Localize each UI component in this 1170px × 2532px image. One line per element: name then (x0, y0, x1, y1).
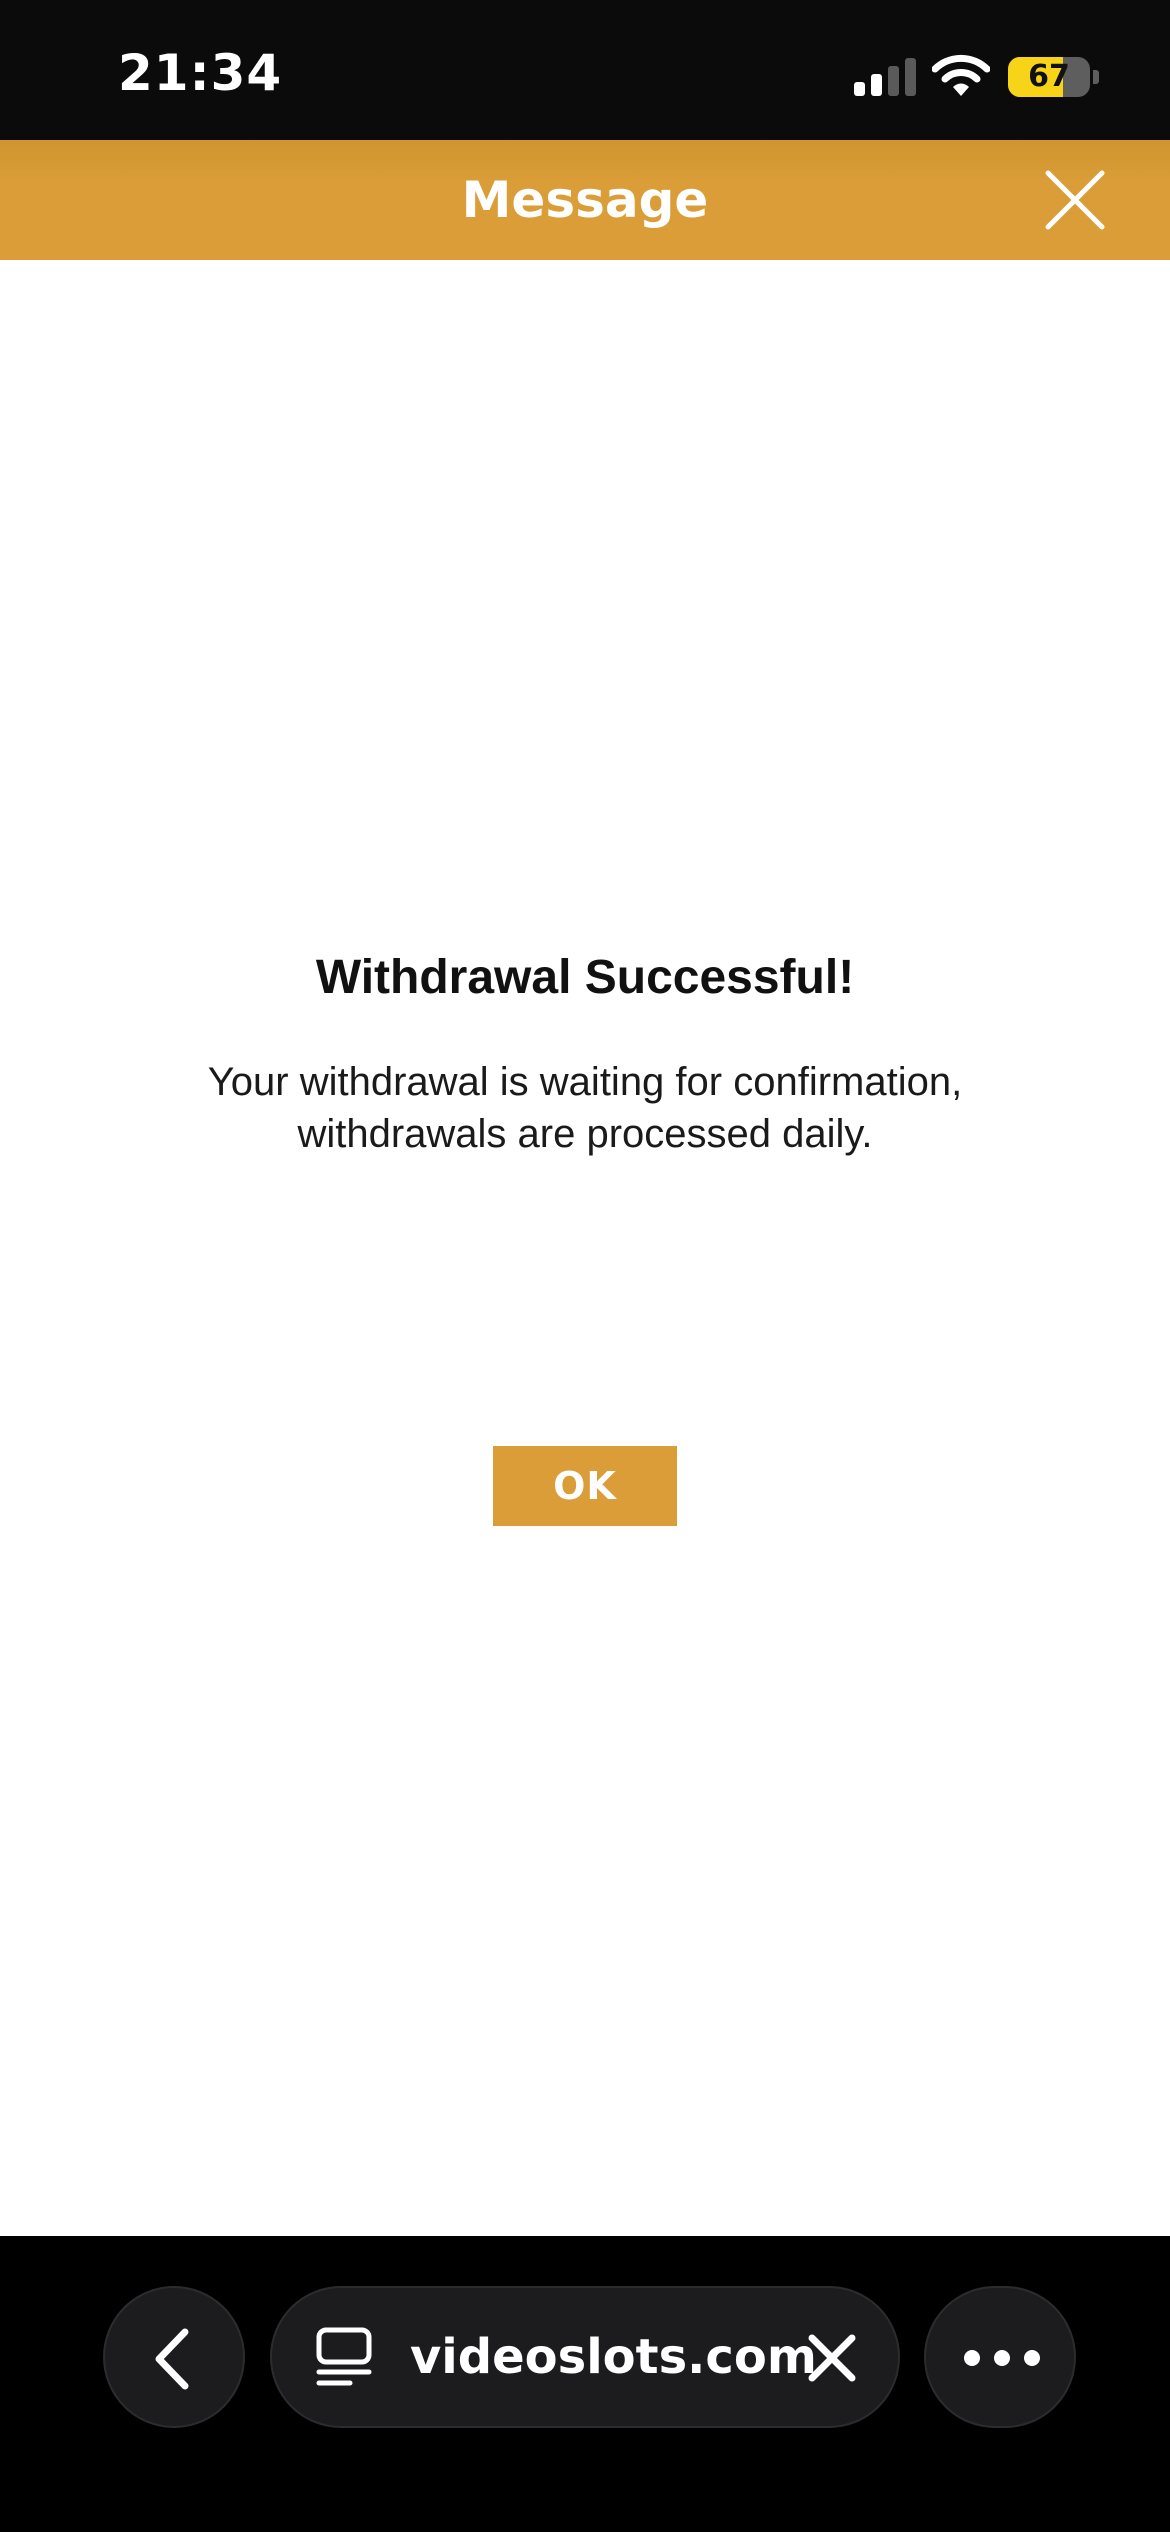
wifi-icon (932, 54, 990, 96)
battery-icon: 67 (1008, 57, 1090, 97)
message-content: Withdrawal Successful! Your withdrawal i… (0, 260, 1170, 2236)
address-bar[interactable]: videoslots.com (270, 2286, 900, 2428)
tab-icon (316, 2327, 372, 2386)
more-icon (964, 2350, 1040, 2366)
cellular-signal-icon (854, 58, 916, 96)
ok-button[interactable]: OK (493, 1446, 677, 1526)
battery-nub (1093, 70, 1099, 84)
message-body: Your withdrawal is waiting for confirmat… (150, 1056, 1020, 1160)
message-body-line-2: withdrawals are processed daily. (297, 1112, 873, 1156)
status-time: 21:34 (118, 44, 283, 102)
url-text: videoslots.com (410, 2329, 817, 2385)
status-bar: 21:34 67 (0, 0, 1170, 140)
back-button[interactable] (103, 2286, 245, 2428)
browser-toolbar: videoslots.com (0, 2236, 1170, 2532)
message-title: Withdrawal Successful! (315, 951, 855, 1004)
back-icon (155, 2328, 189, 2390)
message-header: Message (0, 140, 1170, 260)
header-title: Message (461, 171, 709, 229)
clear-url-icon[interactable] (802, 2328, 862, 2388)
more-button[interactable] (924, 2286, 1076, 2428)
message-body-line-1: Your withdrawal is waiting for confirmat… (207, 1060, 963, 1104)
battery-level: 67 (1028, 59, 1070, 94)
close-icon[interactable] (1040, 167, 1110, 233)
